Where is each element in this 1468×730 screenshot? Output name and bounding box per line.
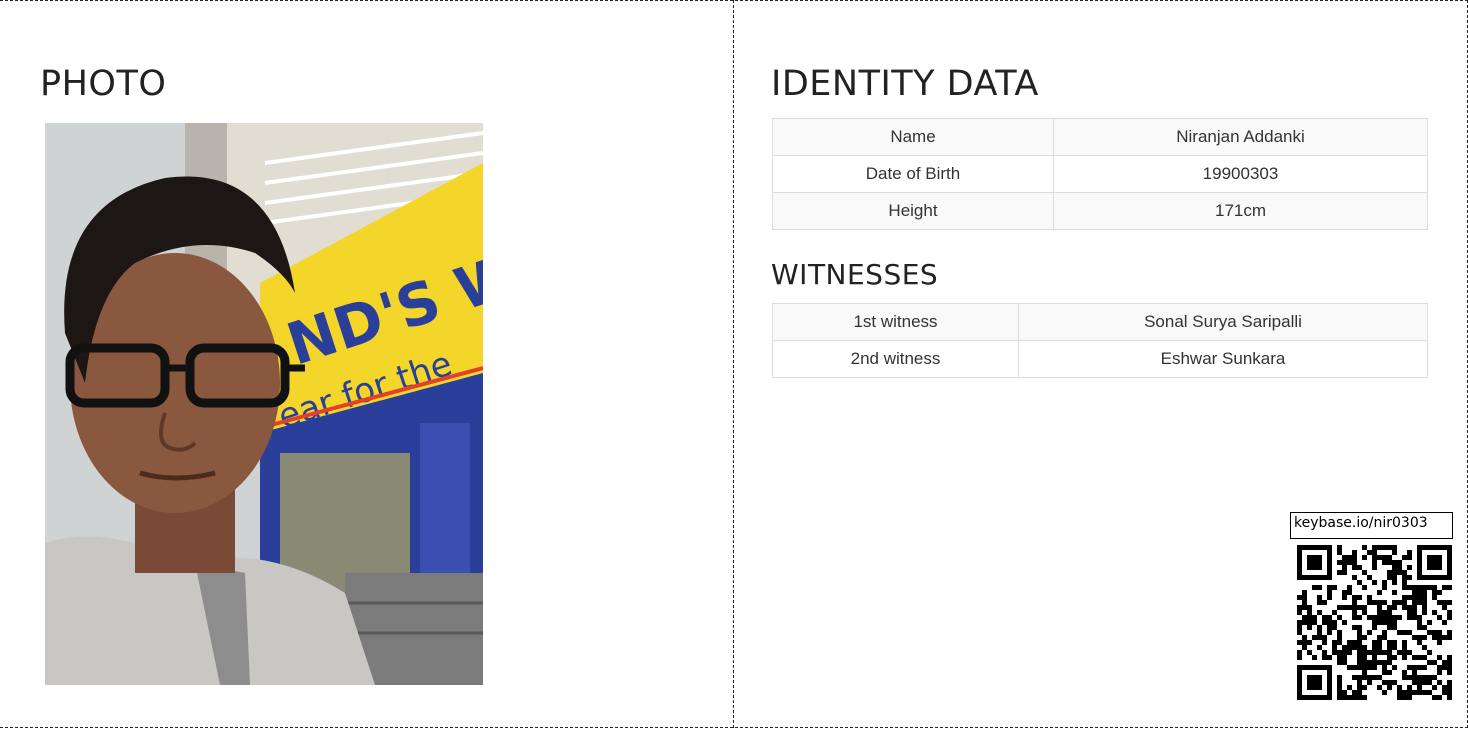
- identity-data-heading: IDENTITY DATA: [771, 64, 1039, 104]
- witness-label-2: 2nd witness: [772, 340, 1019, 378]
- identity-label-name: Name: [772, 118, 1054, 156]
- top-dashed-border: [0, 0, 1468, 1]
- table-row: 2nd witness Eshwar Sunkara: [772, 340, 1428, 378]
- identity-data-table: Name Niranjan Addanki Date of Birth 1990…: [772, 118, 1428, 230]
- table-row: Name Niranjan Addanki: [772, 118, 1428, 156]
- photo-heading: PHOTO: [40, 64, 167, 104]
- identity-label-dob: Date of Birth: [772, 155, 1054, 193]
- portrait-photo: ND'S W ear for the: [45, 123, 483, 685]
- qr-label: keybase.io/nir0303: [1290, 512, 1453, 539]
- bottom-dashed-border: [0, 727, 1468, 728]
- center-dashed-divider: [733, 0, 734, 728]
- witness-label-1: 1st witness: [772, 303, 1019, 341]
- table-row: Date of Birth 19900303: [772, 155, 1428, 193]
- witnesses-table: 1st witness Sonal Surya Saripalli 2nd wi…: [772, 303, 1428, 378]
- identity-value-dob: 19900303: [1053, 155, 1428, 193]
- identity-label-height: Height: [772, 192, 1054, 230]
- table-row: 1st witness Sonal Surya Saripalli: [772, 303, 1428, 341]
- witness-value-1: Sonal Surya Saripalli: [1018, 303, 1428, 341]
- identity-value-name: Niranjan Addanki: [1053, 118, 1428, 156]
- witness-value-2: Eshwar Sunkara: [1018, 340, 1428, 378]
- table-row: Height 171cm: [772, 192, 1428, 230]
- identity-value-height: 171cm: [1053, 192, 1428, 230]
- witnesses-heading: WITNESSES: [771, 258, 939, 291]
- qr-code: [1297, 545, 1452, 700]
